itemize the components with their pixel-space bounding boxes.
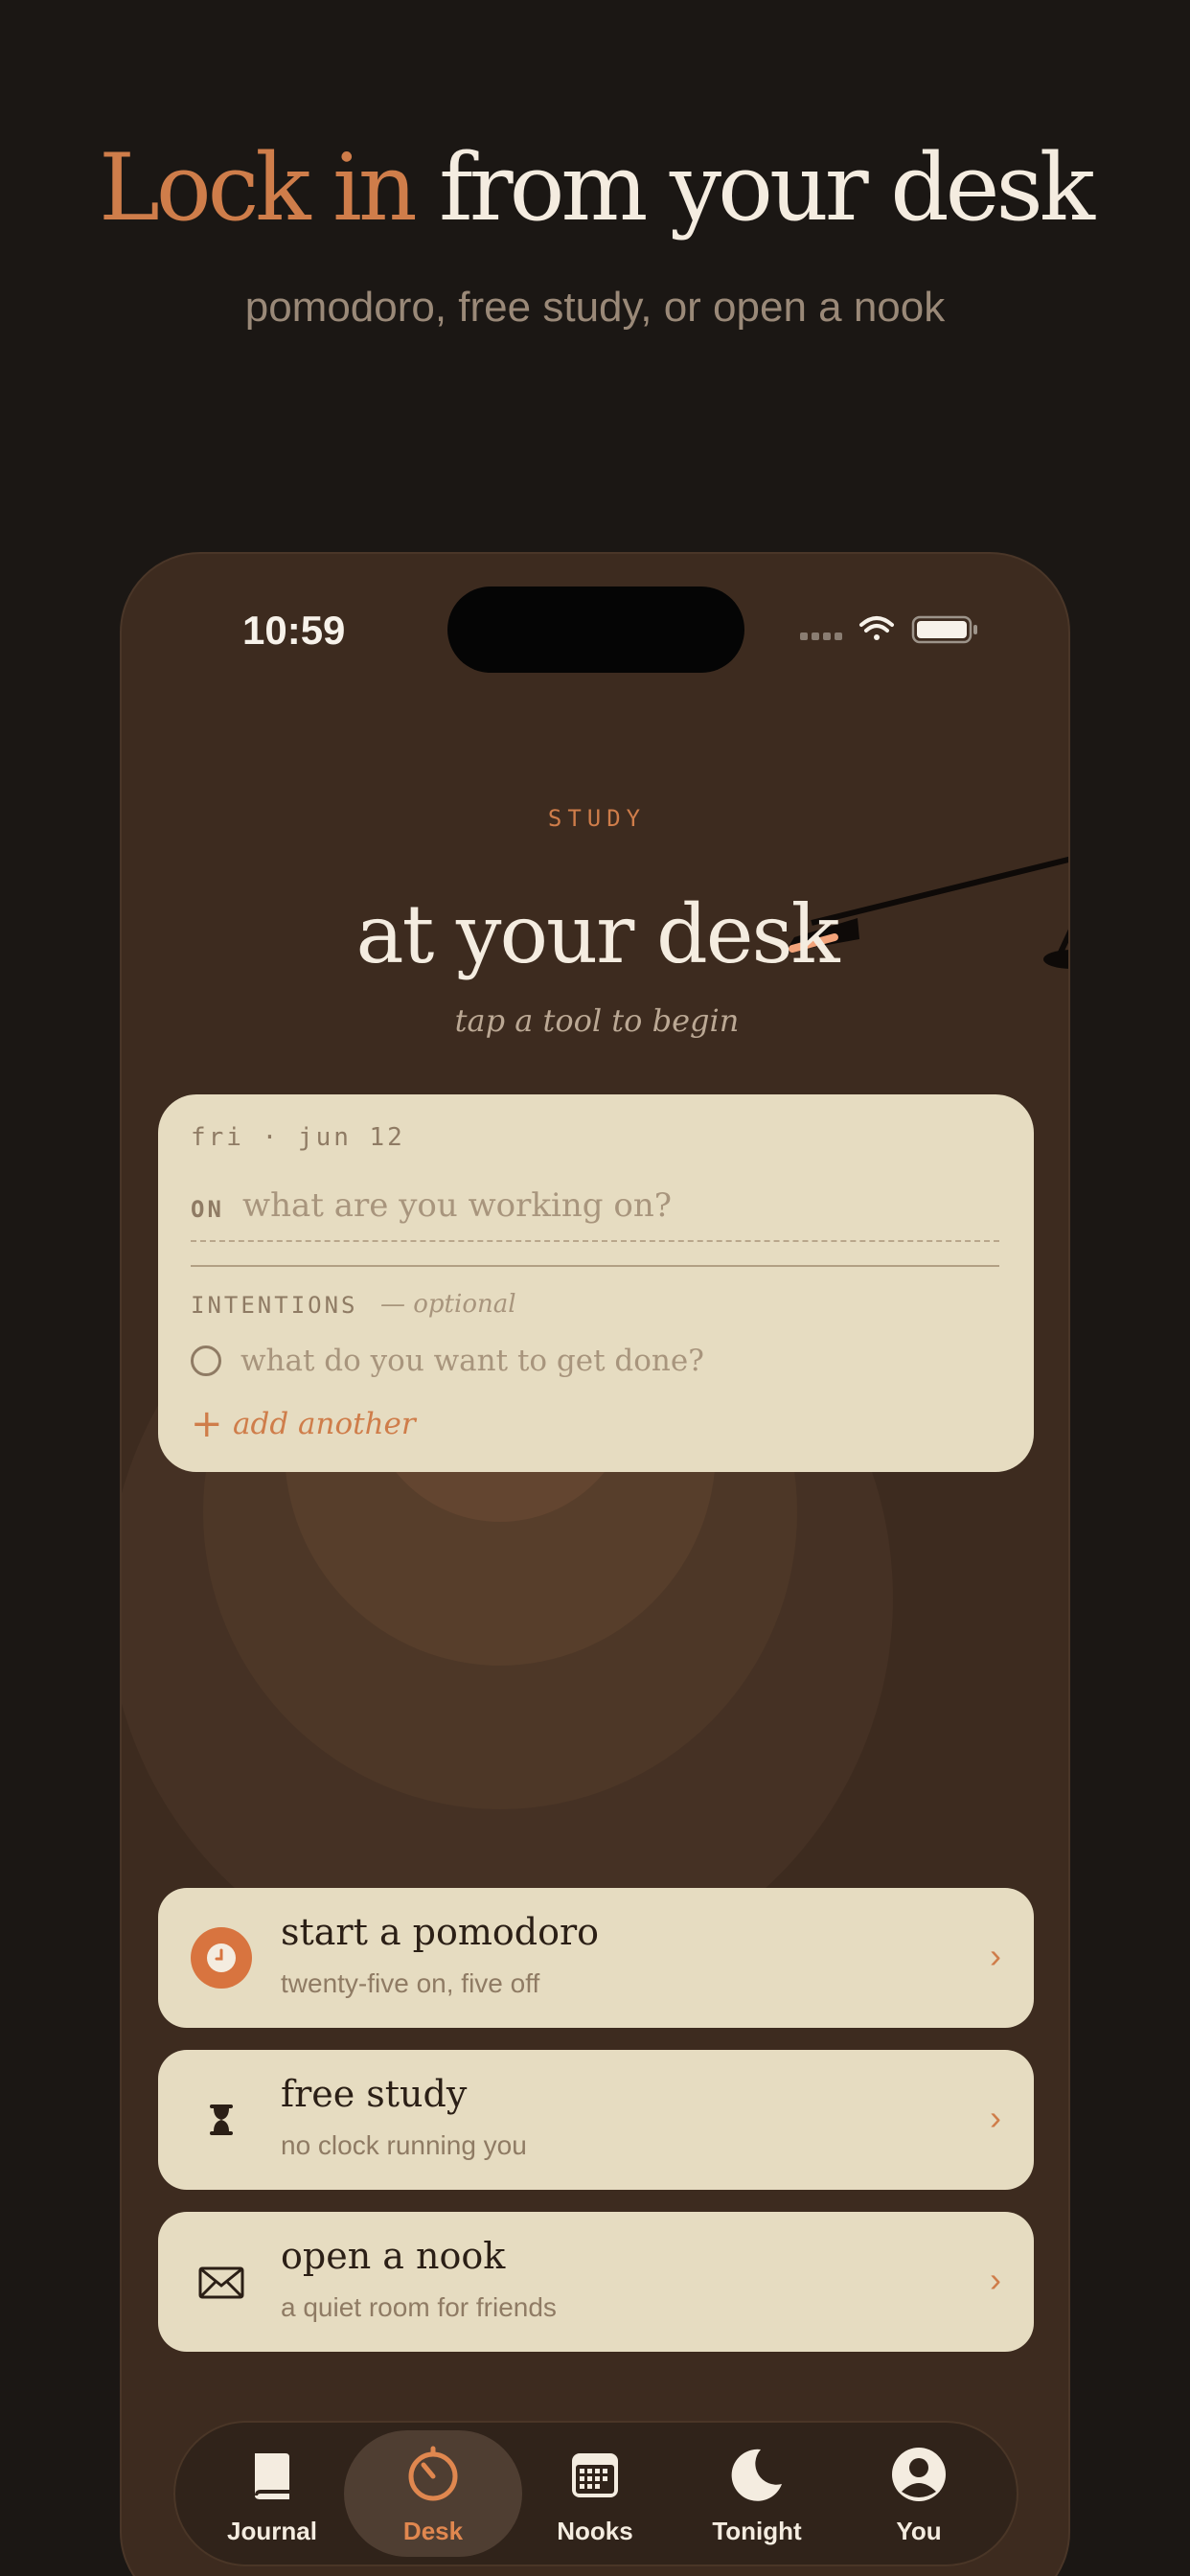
tab-journal[interactable]: Journal — [183, 2430, 361, 2557]
tab-nooks[interactable]: Nooks — [506, 2430, 684, 2557]
headline-accent: Lock in — [99, 134, 418, 242]
envelope-icon — [198, 2266, 244, 2299]
tab-label: Desk — [402, 2517, 464, 2545]
hourglass-icon — [210, 2104, 233, 2135]
add-another-button[interactable]: + add another — [191, 1401, 416, 1447]
timer-icon — [408, 2446, 458, 2501]
section-divider — [191, 1265, 999, 1267]
tab-you[interactable]: You — [830, 2430, 1008, 2557]
person-icon — [892, 2448, 946, 2501]
intentions-optional-note: — optional — [380, 1290, 516, 1319]
tool-subtitle: no clock running you — [281, 2130, 527, 2160]
plus-icon: + — [191, 1402, 223, 1446]
open-nook-button[interactable]: open a nook a quiet room for friends › — [158, 2212, 1034, 2352]
headline-rest: from your desk — [439, 134, 1095, 242]
book-icon — [255, 2453, 289, 2499]
tab-bar: Journal Desk Nooks Tonight You — [173, 2421, 1018, 2566]
free-study-button[interactable]: free study no clock running you › — [158, 2050, 1034, 2190]
tool-title: open a nook — [281, 2235, 506, 2277]
calendar-icon — [572, 2453, 618, 2497]
phone-frame: 10:59 STUDY at your desk tap a tool to b… — [120, 552, 1070, 2576]
tab-label: You — [896, 2517, 942, 2545]
dynamic-island — [447, 586, 744, 673]
start-pomodoro-button[interactable]: start a pomodoro twenty-five on, five of… — [158, 1888, 1034, 2028]
intention-input[interactable] — [240, 1336, 997, 1386]
add-another-label: add another — [233, 1407, 416, 1441]
wifi-icon — [859, 616, 894, 640]
moon-icon — [731, 2449, 782, 2501]
on-label: ON — [191, 1196, 224, 1223]
status-time: 10:59 — [242, 608, 346, 653]
tool-subtitle: a quiet room for friends — [281, 2292, 557, 2322]
chevron-right-icon: › — [990, 1936, 1001, 1975]
input-underline — [191, 1240, 999, 1242]
chevron-right-icon: › — [990, 2260, 1001, 2299]
tab-label: Tonight — [712, 2517, 802, 2545]
status-icons — [800, 615, 977, 644]
session-date: fri · jun 12 — [191, 1123, 405, 1152]
marketing-subheadline: pomodoro, free study, or open a nook — [244, 284, 946, 331]
working-on-input[interactable] — [242, 1179, 999, 1232]
intention-checkbox[interactable] — [191, 1346, 221, 1376]
tab-desk[interactable]: Desk — [344, 2430, 522, 2557]
intentions-label: INTENTIONS — [191, 1292, 358, 1319]
tab-label: Journal — [227, 2517, 317, 2545]
chevron-right-icon: › — [990, 2098, 1001, 2137]
screen-subtitle: tap a tool to begin — [454, 1002, 740, 1039]
tool-title: free study — [281, 2073, 468, 2115]
tool-title: start a pomodoro — [281, 1911, 600, 1953]
session-card: fri · jun 12 ON INTENTIONS — optional + … — [158, 1094, 1034, 1472]
tab-tonight[interactable]: Tonight — [668, 2430, 846, 2557]
battery-icon — [911, 615, 977, 644]
clock-icon — [191, 1927, 252, 1989]
signal-icon — [800, 632, 842, 640]
tab-label: Nooks — [557, 2517, 633, 2545]
tool-subtitle: twenty-five on, five off — [281, 1968, 540, 1998]
screen-eyebrow: STUDY — [547, 805, 647, 832]
screen-title: at your desk — [355, 887, 839, 981]
marketing-headline: Lock in from your desk — [0, 134, 1190, 242]
